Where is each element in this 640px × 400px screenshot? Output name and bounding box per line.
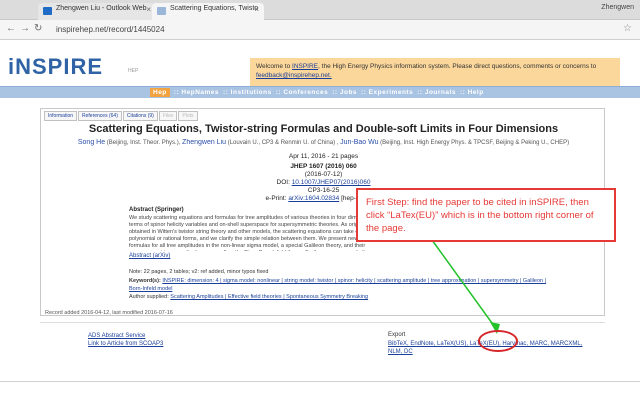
instruction-callout: First Step: find the paper to be cited i… (356, 188, 616, 242)
highlight-ring (478, 330, 518, 352)
arrow-line (431, 239, 498, 331)
